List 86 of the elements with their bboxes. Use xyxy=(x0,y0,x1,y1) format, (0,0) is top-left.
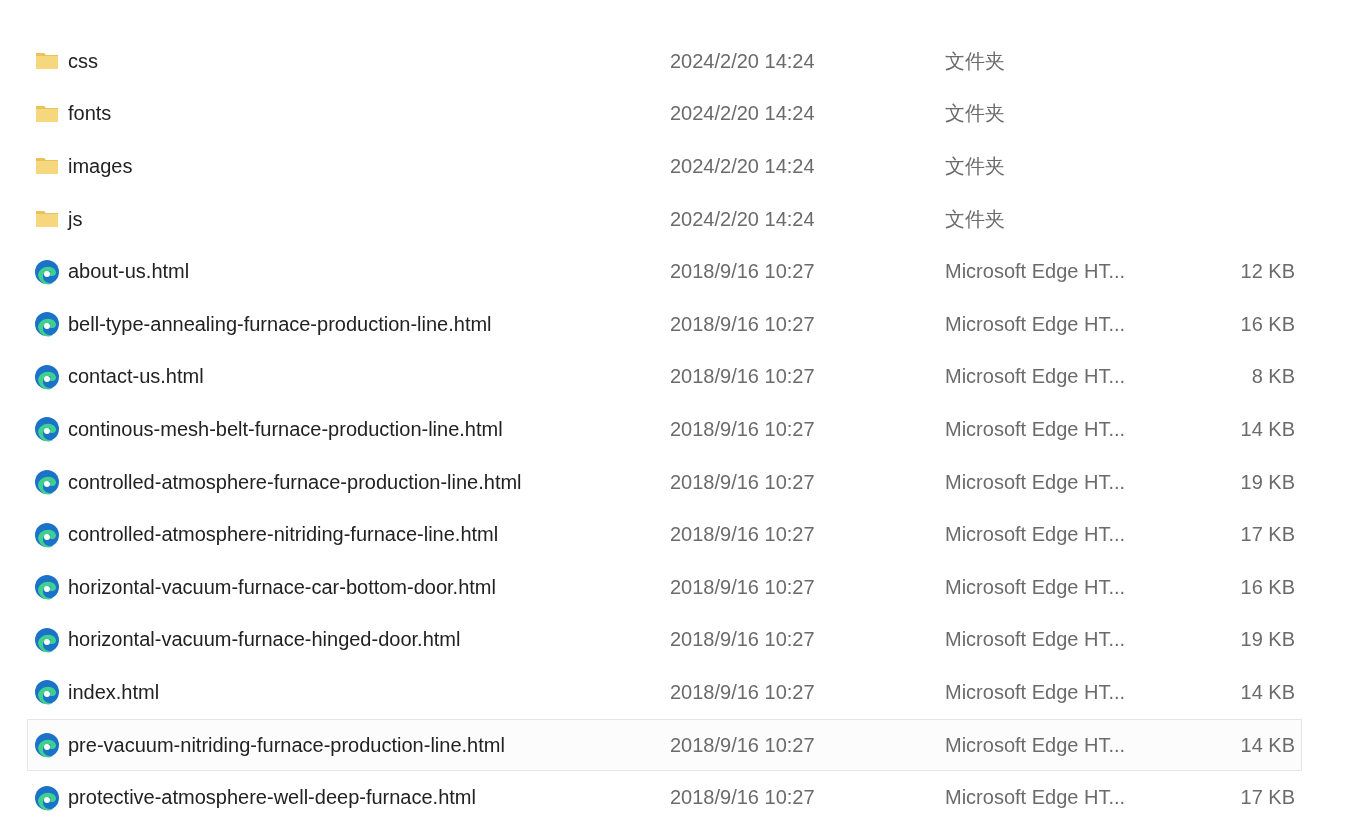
modified-date: 2018/9/16 10:27 xyxy=(670,417,815,440)
file-name: controlled-atmosphere-nitriding-furnace-line.html xyxy=(68,523,499,547)
file-row[interactable]: protective-atmosphere-well-deep-furnace.html 2018/9/16 10:27 Microsoft Edge HT... 17 KB xyxy=(27,771,1302,824)
modified-date: 2018/9/16 10:27 xyxy=(670,786,815,809)
file-type: Microsoft Edge HT... xyxy=(945,365,1126,388)
folder-icon xyxy=(34,51,60,72)
file-type: Microsoft Edge HT... xyxy=(945,733,1126,756)
file-name: continous-mesh-belt-furnace-production-line.html xyxy=(68,417,503,441)
browser-icon xyxy=(34,521,60,548)
file-name: bell-type-annealing-furnace-production-line.html xyxy=(68,312,492,336)
file-type: 文件夹 xyxy=(945,207,1005,230)
modified-date: 2018/9/16 10:27 xyxy=(670,680,815,703)
file-type: Microsoft Edge HT... xyxy=(945,523,1126,546)
file-type: Microsoft Edge HT... xyxy=(945,417,1126,440)
file-size: 16 KB xyxy=(1240,312,1295,335)
browser-icon xyxy=(34,469,60,496)
modified-date: 2024/2/20 14:24 xyxy=(670,102,815,125)
file-name: fonts xyxy=(68,102,112,126)
file-size: 14 KB xyxy=(1240,733,1295,756)
modified-date: 2024/2/20 14:24 xyxy=(670,49,815,72)
file-type: 文件夹 xyxy=(945,155,1005,177)
file-type: Microsoft Edge HT... xyxy=(945,470,1126,493)
file-row[interactable]: images 2024/2/20 14:24 文件夹 xyxy=(27,140,1302,193)
file-name: controlled-atmosphere-furnace-production-line.html xyxy=(68,470,522,494)
file-row[interactable]: controlled-atmosphere-furnace-production-line.html 2018/9/16 10:27 Microsoft Edge HT... 19 KB xyxy=(27,455,1302,509)
browser-icon xyxy=(34,679,60,706)
file-name: images xyxy=(68,155,133,178)
modified-date: 2018/9/16 10:27 xyxy=(670,312,815,335)
folder-icon xyxy=(34,209,60,230)
file-size: 17 KB xyxy=(1240,523,1295,546)
file-size: 19 KB xyxy=(1240,628,1295,651)
file-name: index.html xyxy=(68,680,160,704)
file-name: horizontal-vacuum-furnace-hinged-door.html xyxy=(68,628,461,652)
file-size: 12 KB xyxy=(1240,260,1295,283)
file-row[interactable]: fonts 2024/2/20 14:24 文件夹 xyxy=(27,87,1302,141)
modified-date: 2018/9/16 10:27 xyxy=(670,260,815,283)
modified-date: 2018/9/16 10:27 xyxy=(670,365,815,388)
browser-icon xyxy=(34,416,60,443)
file-size: 16 KB xyxy=(1240,575,1295,598)
folder-icon xyxy=(34,103,60,124)
file-type: Microsoft Edge HT... xyxy=(945,260,1126,283)
file-type: Microsoft Edge HT... xyxy=(945,786,1126,809)
file-name: about-us.html xyxy=(68,260,190,284)
browser-icon xyxy=(34,626,60,653)
file-type: Microsoft Edge HT... xyxy=(945,628,1126,651)
file-row[interactable]: horizontal-vacuum-furnace-hinged-door.html 2018/9/16 10:27 Microsoft Edge HT... 19 KB xyxy=(27,613,1302,667)
file-size: 14 KB xyxy=(1240,680,1295,703)
browser-icon xyxy=(34,784,60,811)
file-size: 17 KB xyxy=(1240,786,1295,809)
modified-date: 2024/2/20 14:24 xyxy=(670,207,815,230)
browser-icon xyxy=(34,574,60,601)
modified-date: 2018/9/16 10:27 xyxy=(670,575,815,598)
file-size: 14 KB xyxy=(1240,417,1295,440)
browser-icon xyxy=(34,363,60,390)
file-name: js xyxy=(68,207,83,231)
file-row[interactable]: index.html 2018/9/16 10:27 Microsoft Edge HT... 14 KB xyxy=(27,666,1302,719)
file-row[interactable]: js 2024/2/20 14:24 文件夹 xyxy=(27,192,1302,246)
file-row[interactable]: controlled-atmosphere-nitriding-furnace-line.html 2018/9/16 10:27 Microsoft Edge HT... 17 KB xyxy=(27,508,1302,561)
file-type: Microsoft Edge HT... xyxy=(945,575,1126,598)
browser-icon xyxy=(34,258,60,285)
file-name: contact-us.html xyxy=(68,365,204,389)
file-row[interactable]: continous-mesh-belt-furnace-production-line.html 2018/9/16 10:27 Microsoft Edge HT... 14 KB xyxy=(27,403,1302,456)
file-name: protective-atmosphere-well-deep-furnace.html xyxy=(68,786,476,810)
browser-icon xyxy=(34,311,60,338)
file-row[interactable]: about-us.html 2018/9/16 10:27 Microsoft Edge HT... 12 KB xyxy=(27,245,1302,298)
file-name: pre-vacuum-nitriding-furnace-production-line.html xyxy=(68,733,505,757)
file-type: Microsoft Edge HT... xyxy=(945,312,1126,335)
file-row[interactable]: horizontal-vacuum-furnace-car-bottom-door.html 2018/9/16 10:27 Microsoft Edge HT... 16 KB xyxy=(27,560,1302,614)
file-type: Microsoft Edge HT... xyxy=(945,680,1126,703)
file-row[interactable]: contact-us.html 2018/9/16 10:27 Microsoft Edge HT... 8 KB xyxy=(27,350,1302,404)
file-row[interactable]: css 2024/2/20 14:24 文件夹 xyxy=(27,35,1302,88)
folder-icon xyxy=(34,156,60,177)
modified-date: 2024/2/20 14:24 xyxy=(670,155,815,177)
file-name: css xyxy=(68,49,98,73)
file-type: 文件夹 xyxy=(945,102,1005,125)
file-type: 文件夹 xyxy=(945,49,1005,72)
modified-date: 2018/9/16 10:27 xyxy=(670,523,815,546)
file-size: 8 KB xyxy=(1251,365,1295,388)
file-size: 19 KB xyxy=(1240,470,1295,493)
modified-date: 2018/9/16 10:27 xyxy=(670,628,815,651)
browser-icon xyxy=(34,732,60,758)
modified-date: 2018/9/16 10:27 xyxy=(670,470,815,493)
modified-date: 2018/9/16 10:27 xyxy=(670,733,815,756)
file-row[interactable]: pre-vacuum-nitriding-furnace-production-line.html 2018/9/16 10:27 Microsoft Edge HT... 14 KB xyxy=(27,718,1302,772)
file-name: horizontal-vacuum-furnace-car-bottom-door.html xyxy=(68,575,496,599)
file-row[interactable]: bell-type-annealing-furnace-production-line.html 2018/9/16 10:27 Microsoft Edge HT... 16 KB xyxy=(27,297,1302,351)
